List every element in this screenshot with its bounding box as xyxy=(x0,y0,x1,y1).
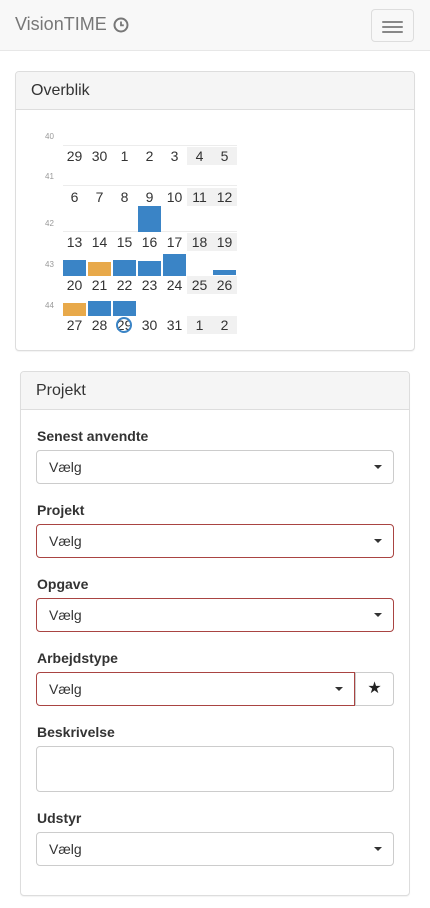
calendar-day-weekend[interactable]: 12 xyxy=(212,188,237,206)
worktype-select[interactable]: Vælg xyxy=(36,672,355,706)
overview-panel-title: Overblik xyxy=(16,72,414,110)
calendar-day[interactable]: 30 xyxy=(87,147,112,165)
overview-panel: Overblik 40 29 30 1 2 3 4 5 41 6 7 8 9 1… xyxy=(15,71,415,351)
calendar-day[interactable]: 21 xyxy=(87,276,112,294)
calendar-day[interactable]: 16 xyxy=(137,233,162,251)
project-select-value: Vælg xyxy=(49,533,82,549)
calendar-day[interactable]: 7 xyxy=(87,188,112,206)
equipment-select-value: Vælg xyxy=(49,841,82,857)
calendar-day-weekend[interactable]: 2 xyxy=(212,316,237,334)
calendar-day[interactable]: 10 xyxy=(162,188,187,206)
calendar-day[interactable]: 1 xyxy=(112,147,137,165)
project-panel-title: Projekt xyxy=(21,372,409,410)
calendar-day[interactable]: 2 xyxy=(137,147,162,165)
row-divider xyxy=(63,185,237,186)
calendar-day[interactable]: 20 xyxy=(62,276,87,294)
description-label: Beskrivelse xyxy=(37,724,115,740)
brand[interactable]: VisionTIME xyxy=(15,14,129,35)
week-number: 41 xyxy=(45,172,54,181)
calendar-day[interactable]: 29 xyxy=(62,147,87,165)
hours-bar[interactable] xyxy=(88,301,111,316)
caret-down-icon xyxy=(374,847,382,851)
hours-bar[interactable] xyxy=(138,261,161,276)
calendar-day[interactable]: 8 xyxy=(112,188,137,206)
hours-bar[interactable] xyxy=(163,254,186,276)
calendar-day-weekend[interactable]: 4 xyxy=(187,147,212,165)
project-select[interactable]: Vælg xyxy=(36,524,394,558)
equipment-label: Udstyr xyxy=(37,810,82,826)
calendar-day-weekend[interactable]: 11 xyxy=(187,188,212,206)
calendar-day[interactable]: 30 xyxy=(137,316,162,334)
week-number: 42 xyxy=(45,219,54,228)
hours-bar[interactable] xyxy=(113,301,136,316)
calendar-day[interactable]: 24 xyxy=(162,276,187,294)
star-icon: ★ xyxy=(367,680,382,697)
caret-down-icon xyxy=(335,687,343,691)
hours-bar[interactable] xyxy=(138,206,161,232)
recent-select[interactable]: Vælg xyxy=(36,450,394,484)
calendar-day-weekend[interactable]: 1 xyxy=(187,316,212,334)
caret-down-icon xyxy=(374,465,382,469)
calendar-day[interactable]: 14 xyxy=(87,233,112,251)
hours-bar[interactable] xyxy=(63,260,86,276)
task-label: Opgave xyxy=(37,576,89,592)
project-label: Projekt xyxy=(37,502,85,518)
hours-bar[interactable] xyxy=(213,270,236,275)
week-number: 40 xyxy=(45,132,54,141)
task-select[interactable]: Vælg xyxy=(36,598,394,632)
calendar-day-weekend[interactable]: 18 xyxy=(187,233,212,251)
calendar-day[interactable]: 9 xyxy=(137,188,162,206)
row-divider xyxy=(63,145,237,146)
calendar-day[interactable]: 3 xyxy=(162,147,187,165)
calendar-day-weekend[interactable]: 26 xyxy=(212,276,237,294)
calendar-day[interactable]: 23 xyxy=(137,276,162,294)
calendar-day[interactable]: 17 xyxy=(162,233,187,251)
hours-bar[interactable] xyxy=(88,262,111,276)
description-textarea[interactable] xyxy=(36,746,394,792)
week-number: 44 xyxy=(45,301,54,310)
week-number: 43 xyxy=(45,260,54,269)
hours-bar[interactable] xyxy=(63,303,86,316)
caret-down-icon xyxy=(374,613,382,617)
worktype-label: Arbejdstype xyxy=(37,650,118,666)
calendar-day[interactable]: 31 xyxy=(162,316,187,334)
navbar: VisionTIME xyxy=(0,0,430,51)
calendar-day-weekend[interactable]: 19 xyxy=(212,233,237,251)
calendar-day[interactable]: 28 xyxy=(87,316,112,334)
calendar-day-weekend[interactable]: 25 xyxy=(187,276,212,294)
brand-title[interactable]: VisionTIME xyxy=(15,14,107,35)
recent-select-value: Vælg xyxy=(49,459,82,475)
calendar-day[interactable]: 15 xyxy=(112,233,137,251)
caret-down-icon xyxy=(374,539,382,543)
overview-calendar: 40 29 30 1 2 3 4 5 41 6 7 8 9 10 11 12 4… xyxy=(16,110,414,350)
calendar-day[interactable]: 22 xyxy=(112,276,137,294)
project-panel: Projekt Senest anvendte Vælg Projekt Væl… xyxy=(20,371,410,896)
recent-label: Senest anvendte xyxy=(37,428,149,444)
worktype-select-value: Vælg xyxy=(49,681,82,697)
calendar-day[interactable]: 13 xyxy=(62,233,87,251)
task-select-value: Vælg xyxy=(49,607,82,623)
calendar-day[interactable]: 27 xyxy=(62,316,87,334)
today-marker xyxy=(116,317,132,333)
hours-bar[interactable] xyxy=(113,260,136,276)
equipment-select[interactable]: Vælg xyxy=(36,832,394,866)
calendar-day[interactable]: 6 xyxy=(62,188,87,206)
favorite-worktype-button[interactable]: ★ xyxy=(355,672,394,706)
clock-icon xyxy=(113,17,129,32)
calendar-day-weekend[interactable]: 5 xyxy=(212,147,237,165)
navbar-toggle-button[interactable] xyxy=(371,9,414,42)
